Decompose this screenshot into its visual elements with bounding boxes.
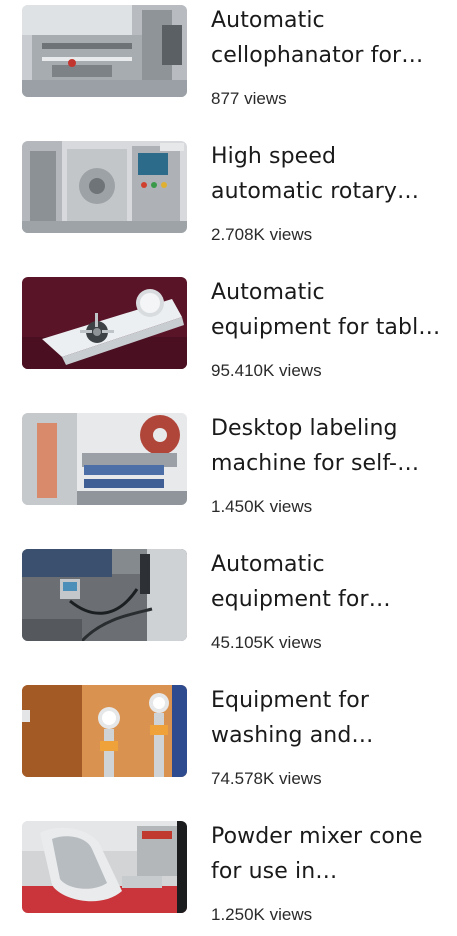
video-title[interactable]: Powder mixer cone for use in pharmaceuti… — [211, 819, 443, 889]
video-item[interactable]: High speed automatic rotary capsule fill… — [0, 136, 457, 256]
cellophanator-machine-thumbnail[interactable] — [22, 5, 187, 97]
video-title[interactable]: Equipment for washing and sterilization — [211, 683, 443, 753]
view-count: 2.708K views — [211, 225, 313, 244]
testing-equipment-thumbnail[interactable] — [22, 277, 187, 369]
powder-mixer-thumbnail[interactable] — [22, 821, 187, 913]
rotary-machine-thumbnail[interactable] — [22, 141, 187, 233]
video-title[interactable]: Desktop labeling machine for self-adhesi… — [211, 411, 443, 481]
thumbnail-image — [22, 141, 187, 233]
thumbnail-image — [22, 413, 187, 505]
labeling-machine-thumbnail[interactable] — [22, 413, 187, 505]
view-count: 74.578K views — [211, 769, 322, 788]
view-count: 1.450K views — [211, 497, 313, 516]
view-count: 95.410K views — [211, 361, 322, 380]
video-item[interactable]: Desktop labeling machine for self-adhesi… — [0, 408, 457, 528]
view-count: 45.105K views — [211, 633, 322, 652]
video-item[interactable]: Powder mixer cone for use in pharmaceuti… — [0, 816, 457, 936]
video-title[interactable]: Automatic cellophanator for packaging — [211, 3, 443, 73]
thumbnail-image — [22, 5, 187, 97]
video-title[interactable]: High speed automatic rotary capsule fill… — [211, 139, 443, 209]
video-item[interactable]: Equipment for washing and sterilization … — [0, 680, 457, 800]
view-count: 1.250K views — [211, 905, 313, 924]
view-count: 877 views — [211, 89, 287, 108]
washing-equipment-thumbnail[interactable] — [22, 685, 187, 777]
thumbnail-image — [22, 685, 187, 777]
video-item[interactable]: Automatic equipment for coding and marki… — [0, 544, 457, 664]
video-item[interactable]: Automatic cellophanator for packaging 87… — [0, 0, 457, 120]
video-title[interactable]: Automatic equipment for coding and marki… — [211, 547, 443, 617]
coding-equipment-thumbnail[interactable] — [22, 549, 187, 641]
thumbnail-image — [22, 277, 187, 369]
video-title[interactable]: Automatic equipment for tablet testing — [211, 275, 443, 345]
thumbnail-image — [22, 821, 187, 913]
thumbnail-image — [22, 549, 187, 641]
video-item[interactable]: Automatic equipment for tablet testing 9… — [0, 272, 457, 392]
